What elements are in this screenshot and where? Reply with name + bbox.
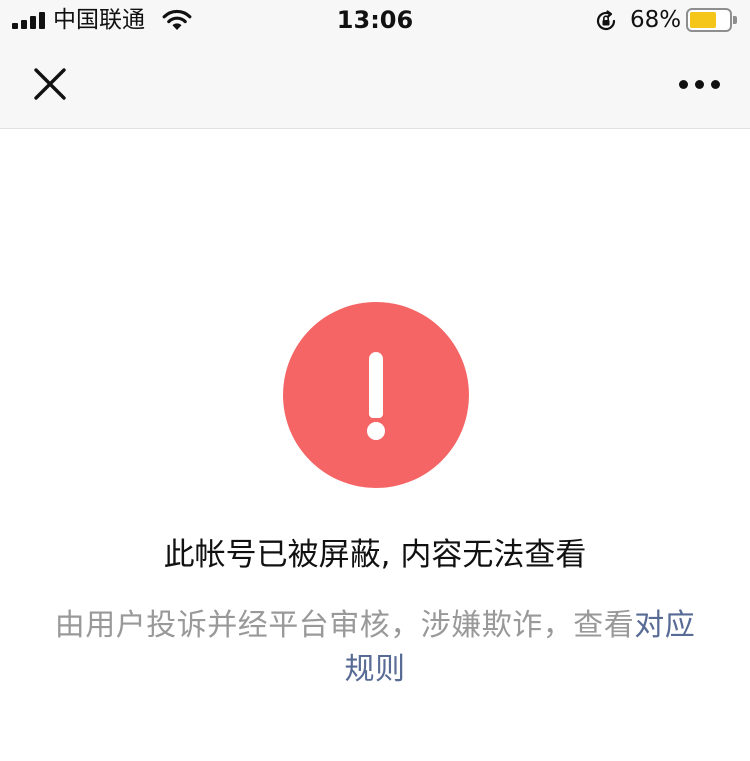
more-button[interactable] bbox=[674, 70, 726, 98]
battery-percentage: 68% bbox=[630, 7, 682, 33]
close-icon bbox=[34, 68, 66, 100]
exclamation-circle-icon bbox=[283, 302, 469, 488]
nav-bar bbox=[0, 40, 750, 129]
page-title: 此帐号已被屏蔽, 内容无法查看 bbox=[163, 537, 587, 573]
more-dots-icon bbox=[679, 80, 688, 89]
description-text: 由用户投诉并经平台审核，涉嫌欺诈，查看对应规则 bbox=[50, 604, 700, 692]
rotation-lock-icon bbox=[596, 10, 616, 31]
description-body: 由用户投诉并经平台审核，涉嫌欺诈，查看 bbox=[54, 608, 635, 643]
battery-fill bbox=[690, 12, 716, 28]
battery-icon bbox=[686, 8, 738, 32]
status-bar: 中国联通 13:06 68% bbox=[0, 0, 750, 40]
close-button[interactable] bbox=[28, 62, 72, 106]
blocked-account-page: 中国联通 13:06 68% 此帐号已被屏蔽, 内容无法查看 由用户投诉并经平台… bbox=[0, 0, 750, 761]
